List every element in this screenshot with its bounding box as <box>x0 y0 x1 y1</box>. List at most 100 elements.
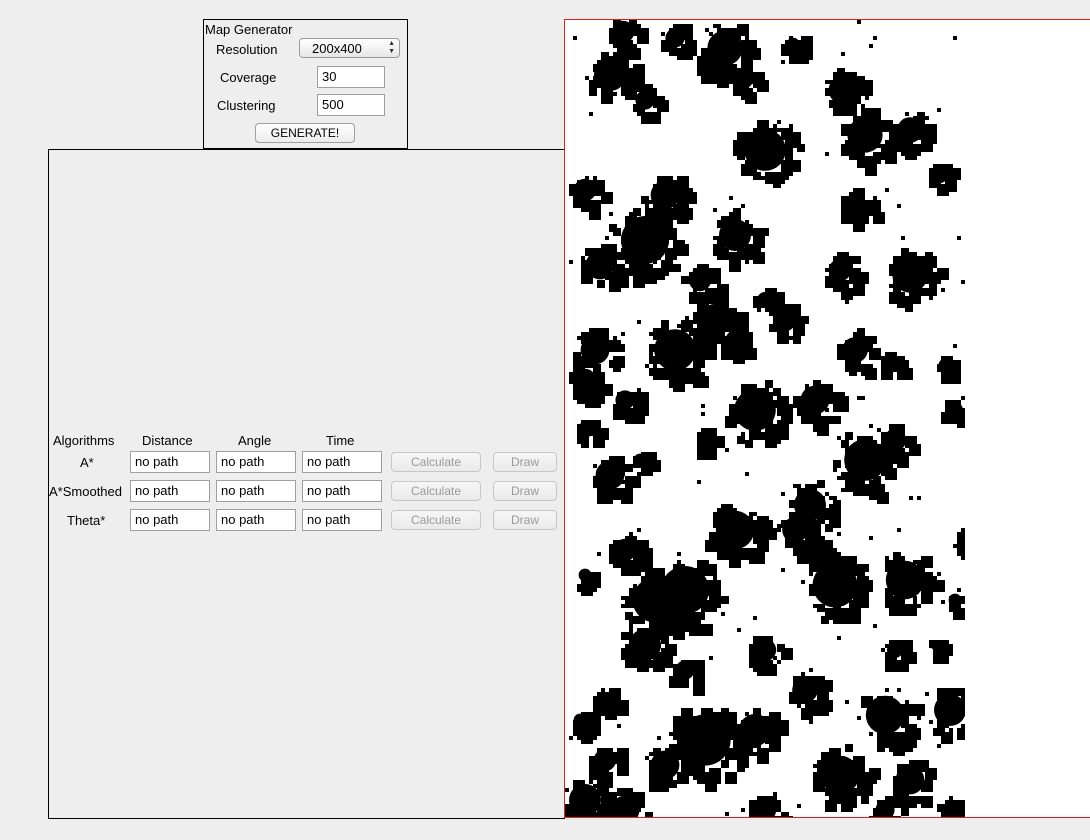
map-generator-title: Map Generator <box>205 22 293 37</box>
obstacle-cell <box>889 700 897 708</box>
obstacle-cell <box>721 764 725 768</box>
obstacle-cell <box>757 804 761 808</box>
astar-draw-button[interactable]: Draw <box>493 452 557 472</box>
obstacle-cell <box>697 308 701 312</box>
resolution-select[interactable]: 200x400 ▲ ▼ <box>299 38 400 58</box>
astar-smoothed-calculate-button[interactable]: Calculate <box>391 481 481 501</box>
obstacle-cell <box>889 568 893 572</box>
obstacle-cell <box>577 352 581 356</box>
obstacle-cell <box>793 500 797 504</box>
obstacle-cell <box>613 20 621 28</box>
obstacle-cell <box>577 812 585 817</box>
obstacle-cell <box>845 432 853 440</box>
obstacle-cell <box>621 84 625 88</box>
obstacle-cell <box>641 452 645 456</box>
astar-angle-field[interactable]: no path <box>216 451 296 473</box>
obstacle-cell <box>781 424 785 428</box>
obstacle-cell <box>645 452 657 464</box>
clustering-input[interactable]: 500 <box>317 94 385 116</box>
map-canvas[interactable] <box>564 19 1090 818</box>
obstacle-cell <box>573 720 577 724</box>
obstacle-cell <box>737 404 749 416</box>
obstacle-cell <box>909 448 917 456</box>
theta-angle-field[interactable]: no path <box>216 509 296 531</box>
obstacle-cell <box>777 528 781 532</box>
obstacle-cell <box>589 724 597 732</box>
obstacle-cell <box>569 812 577 817</box>
obstacle-cell <box>689 380 693 384</box>
obstacle-cell <box>817 480 825 488</box>
obstacle-cell <box>773 656 777 660</box>
obstacle-cell <box>653 364 657 368</box>
obstacle-cell <box>837 436 841 440</box>
obstacle-cell <box>581 368 585 372</box>
obstacle-cell <box>817 496 825 504</box>
obstacle-cell <box>857 20 861 24</box>
generate-button[interactable]: GENERATE! <box>255 123 355 143</box>
obstacle-cell <box>721 708 729 716</box>
obstacle-cell <box>629 256 641 268</box>
theta-distance-field[interactable]: no path <box>130 509 210 531</box>
obstacle-cell <box>769 800 781 812</box>
obstacle-cell <box>841 216 849 224</box>
theta-draw-button[interactable]: Draw <box>493 510 557 530</box>
obstacle-cell <box>637 528 641 532</box>
obstacle-cell <box>585 76 589 80</box>
astar-smoothed-angle-field[interactable]: no path <box>216 480 296 502</box>
obstacle-cell <box>805 516 809 520</box>
obstacle-cell <box>889 148 893 152</box>
obstacle-cell <box>669 580 673 584</box>
astar-time-field[interactable]: no path <box>302 451 382 473</box>
obstacle-cell <box>829 504 841 516</box>
theta-calculate-button[interactable]: Calculate <box>391 510 481 530</box>
astar-smoothed-time-field[interactable]: no path <box>302 480 382 502</box>
theta-time-field[interactable]: no path <box>302 509 382 531</box>
obstacle-cell <box>633 584 637 588</box>
coverage-input[interactable]: 30 <box>317 66 385 88</box>
obstacle-cell <box>633 804 637 808</box>
obstacle-cell <box>829 100 833 104</box>
obstacle-cell <box>801 48 809 56</box>
obstacle-cell <box>637 96 645 104</box>
obstacle-cell <box>909 764 913 768</box>
obstacle-cell <box>717 756 721 760</box>
obstacle-cell <box>749 384 757 392</box>
astar-calculate-button[interactable]: Calculate <box>391 452 481 472</box>
obstacle-cell <box>953 404 957 408</box>
obstacle-cell <box>577 336 581 340</box>
obstacle-cell <box>781 160 793 172</box>
obstacle-cell <box>645 468 649 472</box>
obstacle-cell <box>741 40 749 48</box>
obstacle-cell <box>657 636 661 640</box>
obstacle-cell <box>673 264 681 272</box>
obstacle-cell <box>957 700 961 704</box>
obstacle-cell <box>905 120 909 124</box>
obstacle-cell <box>649 356 657 364</box>
header-algorithms: Algorithms <box>53 433 115 448</box>
obstacle-cell <box>769 128 773 132</box>
astar-distance-field[interactable]: no path <box>130 451 210 473</box>
obstacle-cell <box>637 320 641 324</box>
obstacle-cell <box>597 180 605 188</box>
obstacle-cell <box>629 604 633 608</box>
obstacle-cell <box>885 356 889 360</box>
obstacle-cell <box>801 580 805 584</box>
header-time: Time <box>326 433 355 448</box>
astar-smoothed-distance-field[interactable]: no path <box>130 480 210 502</box>
obstacle-cell <box>585 396 589 400</box>
obstacle-cell <box>881 432 885 436</box>
obstacle-cell <box>717 220 725 228</box>
obstacle-cell <box>821 384 833 396</box>
obstacle-cell <box>693 336 697 340</box>
obstacle-cell <box>741 516 753 528</box>
obstacle-cell <box>677 740 681 744</box>
obstacle-cell <box>893 736 905 748</box>
obstacle-cell <box>873 212 885 224</box>
obstacle-cell <box>825 408 829 412</box>
obstacle-cell <box>877 816 885 817</box>
obstacle-cell <box>745 332 753 340</box>
obstacle-cell <box>737 312 745 320</box>
obstacle-cell <box>617 764 625 772</box>
obstacle-cell <box>649 88 657 96</box>
astar-smoothed-draw-button[interactable]: Draw <box>493 481 557 501</box>
